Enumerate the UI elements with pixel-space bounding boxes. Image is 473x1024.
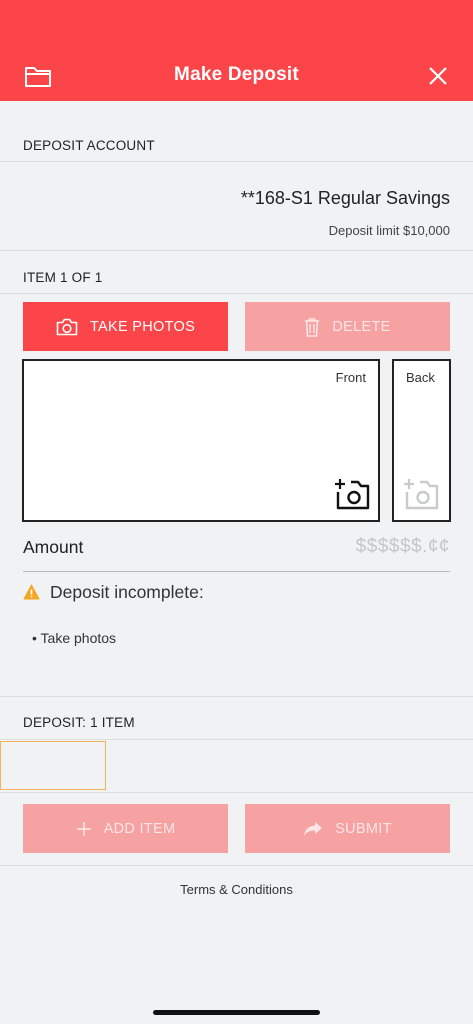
amount-label: Amount [23, 537, 84, 557]
close-icon[interactable] [428, 66, 448, 86]
trash-icon [305, 317, 320, 337]
back-photo-slot[interactable]: Back [392, 359, 451, 522]
add-item-label: ADD ITEM [103, 820, 176, 837]
delete-label: DELETE [332, 318, 391, 335]
submit-label: SUBMIT [335, 820, 392, 837]
submit-button[interactable]: SUBMIT [245, 804, 450, 853]
share-arrow-icon [304, 821, 323, 836]
page-title: Make Deposit [174, 64, 299, 85]
delete-button[interactable]: DELETE [245, 302, 450, 351]
plus-icon [76, 821, 91, 836]
front-photo-slot[interactable]: Front [22, 359, 380, 522]
amount-underline [23, 571, 450, 572]
divider [0, 739, 473, 740]
task-text: Take photos [40, 630, 117, 646]
terms-and-conditions-link[interactable]: Terms & Conditions [0, 882, 473, 897]
divider [0, 161, 473, 162]
task-list-item: • Take photos [32, 630, 117, 646]
divider [0, 293, 473, 294]
camera-icon [56, 318, 78, 335]
deposit-account-label: DEPOSIT ACCOUNT [23, 138, 155, 153]
account-name[interactable]: **168-S1 Regular Savings [241, 188, 450, 209]
add-photo-icon[interactable] [334, 478, 370, 510]
add-photo-icon[interactable] [403, 478, 439, 510]
deposit-item-thumbnail[interactable] [0, 741, 106, 790]
deposit-limit: Deposit limit $10,000 [328, 223, 450, 238]
back-label: Back [406, 370, 435, 385]
divider [0, 865, 473, 866]
take-photos-button[interactable]: TAKE PHOTOS [23, 302, 228, 351]
divider [0, 696, 473, 697]
front-label: Front [335, 370, 366, 385]
divider [0, 250, 473, 251]
item-counter-label: ITEM 1 OF 1 [23, 270, 103, 285]
divider [0, 792, 473, 793]
take-photos-label: TAKE PHOTOS [89, 318, 196, 335]
add-item-button[interactable]: ADD ITEM [23, 804, 228, 853]
warning-icon [23, 584, 40, 600]
amount-input[interactable]: $$$$$$.¢¢ [356, 536, 450, 558]
deposit-summary-label: DEPOSIT: 1 ITEM [23, 715, 135, 730]
deposit-status-message: Deposit incomplete: [50, 582, 204, 602]
app-header: Make Deposit [0, 0, 473, 101]
home-indicator [153, 1010, 320, 1015]
